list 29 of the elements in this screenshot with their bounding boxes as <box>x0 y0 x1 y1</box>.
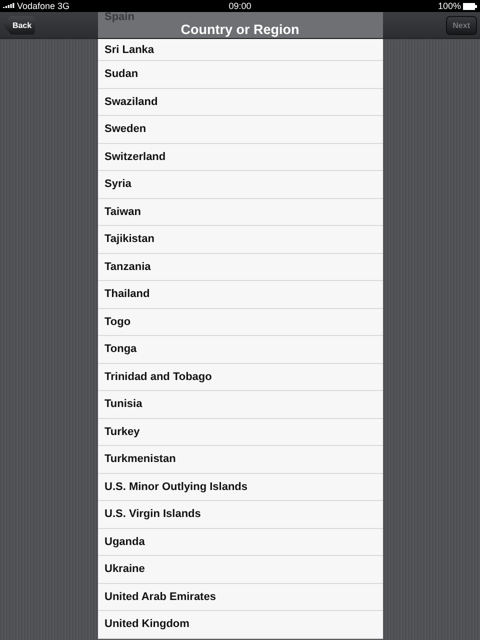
country-row[interactable]: Togo <box>98 308 382 336</box>
clock-time: 09:00 <box>228 1 252 11</box>
country-row[interactable]: Sri Lanka <box>98 39 382 61</box>
battery-icon <box>463 2 477 10</box>
nav-title: Country or Region <box>180 23 300 37</box>
country-row[interactable]: Syria <box>98 171 382 198</box>
country-row[interactable]: Tajikistan <box>98 226 382 254</box>
country-row[interactable]: Thailand <box>98 281 382 308</box>
country-row[interactable]: Tunisia <box>98 391 382 418</box>
country-row[interactable]: Ukraine <box>98 556 382 584</box>
country-row[interactable]: Tonga <box>98 336 382 364</box>
country-row[interactable]: Sweden <box>98 116 382 144</box>
country-row[interactable]: Sudan <box>98 61 382 88</box>
battery-percent: 100% <box>438 1 461 11</box>
country-row[interactable]: United Kingdom <box>98 611 382 638</box>
country-row[interactable]: United Arab Emirates <box>98 584 382 611</box>
carrier-label: Vodafone 3G <box>17 1 70 11</box>
country-row[interactable]: Turkey <box>98 418 382 446</box>
country-row[interactable]: Turkmenistan <box>98 446 382 474</box>
country-row[interactable]: Uganda <box>98 528 382 556</box>
country-row[interactable]: Trinidad and Tobago <box>98 364 382 391</box>
country-row[interactable]: U.S. Virgin Islands <box>98 501 382 528</box>
country-row[interactable]: Taiwan <box>98 198 382 226</box>
country-row[interactable]: Swaziland <box>98 88 382 116</box>
country-row[interactable]: Tanzania <box>98 254 382 281</box>
country-row[interactable]: Switzerland <box>98 144 382 171</box>
country-row[interactable]: U.S. Minor Outlying Islands <box>98 474 382 501</box>
signal-icon <box>3 3 15 9</box>
back-button[interactable]: Back <box>3 16 35 34</box>
